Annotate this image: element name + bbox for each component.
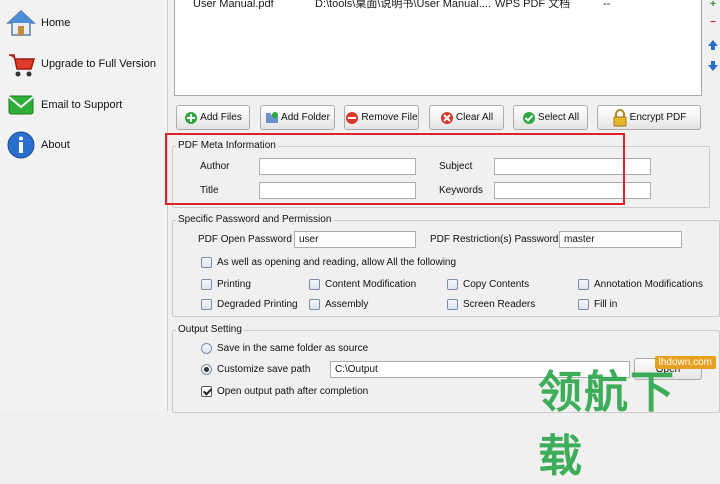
printing-checkbox[interactable] — [201, 279, 212, 290]
custom-path-radio[interactable] — [201, 364, 212, 375]
folder-add-icon — [265, 111, 279, 125]
encrypt-pdf-label: Encrypt PDF — [629, 112, 687, 123]
email-icon — [6, 90, 36, 120]
fill-in-label: Fill in — [594, 299, 618, 310]
table-row[interactable]: User Manual.pdf D:\tools\桌面\说明书\User Man… — [175, 0, 701, 11]
annotation-modifications-label: Annotation Modifications — [594, 279, 703, 290]
sidebar-item-label: About — [41, 139, 70, 151]
open-password-label: PDF Open Password — [198, 234, 292, 245]
watermark-text: 领航下载 — [538, 367, 676, 482]
sidebar-item-label: Email to Support — [41, 99, 123, 111]
custom-path-label: Customize save path — [217, 364, 311, 375]
file-extra: -- — [603, 0, 611, 9]
check-icon — [522, 111, 536, 125]
remove-file-button[interactable]: Remove File — [344, 105, 419, 130]
clear-all-button[interactable]: Clear All — [429, 105, 504, 130]
add-files-label: Add Files — [200, 112, 242, 123]
assembly-label: Assembly — [325, 299, 369, 310]
same-folder-label: Save in the same folder as source — [217, 343, 369, 354]
highlight-box — [165, 133, 625, 205]
screen-readers-checkbox[interactable] — [447, 299, 458, 310]
move-up-icon[interactable] — [708, 40, 718, 50]
open-after-label: Open output path after completion — [217, 386, 369, 397]
file-type: WPS PDF 文档 — [495, 0, 571, 9]
lock-icon — [612, 108, 628, 127]
printing-label: Printing — [217, 279, 251, 290]
same-folder-radio[interactable] — [201, 343, 212, 354]
sidebar: Home Upgrade to Full Version Email to Su… — [0, 0, 168, 411]
remove-icon — [345, 111, 359, 125]
degraded-printing-label: Degraded Printing — [217, 299, 298, 310]
restriction-password-field[interactable] — [559, 231, 682, 248]
add-folder-button[interactable]: Add Folder — [260, 105, 335, 130]
add-icon — [184, 111, 198, 125]
screen-readers-label: Screen Readers — [463, 299, 536, 310]
output-group-title: Output Setting — [176, 324, 244, 335]
remove-file-label: Remove File — [361, 112, 418, 123]
remove-row-icon[interactable]: − — [708, 18, 718, 28]
watermark-logo: lhdown.com 领航下载 — [538, 348, 720, 482]
sidebar-item-about[interactable]: About — [6, 129, 164, 161]
permission-group-title: Specific Password and Permission — [176, 214, 334, 225]
add-folder-label: Add Folder — [281, 112, 330, 123]
file-name: User Manual.pdf — [193, 0, 274, 9]
degraded-printing-checkbox[interactable] — [201, 299, 212, 310]
file-path: D:\tools\桌面\说明书\User Manual.... — [315, 0, 492, 9]
content-modification-checkbox[interactable] — [309, 279, 320, 290]
move-down-icon[interactable] — [708, 61, 718, 71]
allow-all-checkbox[interactable] — [201, 257, 212, 268]
file-list[interactable]: User Manual.pdf D:\tools\桌面\说明书\User Man… — [174, 0, 702, 96]
annotation-modifications-checkbox[interactable] — [578, 279, 589, 290]
sidebar-item-email[interactable]: Email to Support — [6, 89, 164, 121]
info-icon — [6, 130, 36, 160]
assembly-checkbox[interactable] — [309, 299, 320, 310]
sidebar-item-home[interactable]: Home — [6, 7, 164, 39]
add-row-icon[interactable]: + — [708, 0, 718, 10]
sidebar-item-label: Upgrade to Full Version — [41, 58, 156, 70]
cart-icon — [6, 49, 36, 79]
clear-icon — [440, 111, 454, 125]
select-all-label: Select All — [537, 112, 580, 123]
copy-contents-checkbox[interactable] — [447, 279, 458, 290]
copy-contents-label: Copy Contents — [463, 279, 530, 290]
sidebar-item-upgrade[interactable]: Upgrade to Full Version — [6, 48, 164, 80]
add-files-button[interactable]: Add Files — [176, 105, 250, 130]
restriction-password-label: PDF Restriction(s) Password — [430, 234, 559, 245]
fill-in-checkbox[interactable] — [578, 299, 589, 310]
encrypt-pdf-button[interactable]: Encrypt PDF — [597, 105, 701, 130]
select-all-button[interactable]: Select All — [513, 105, 588, 130]
allow-all-label: As well as opening and reading, allow Al… — [217, 257, 457, 268]
open-password-field[interactable] — [294, 231, 416, 248]
content-modification-label: Content Modification — [325, 279, 417, 290]
sidebar-item-label: Home — [41, 17, 71, 29]
home-icon — [6, 8, 36, 38]
open-after-checkbox[interactable] — [201, 386, 212, 397]
clear-all-label: Clear All — [455, 112, 494, 123]
